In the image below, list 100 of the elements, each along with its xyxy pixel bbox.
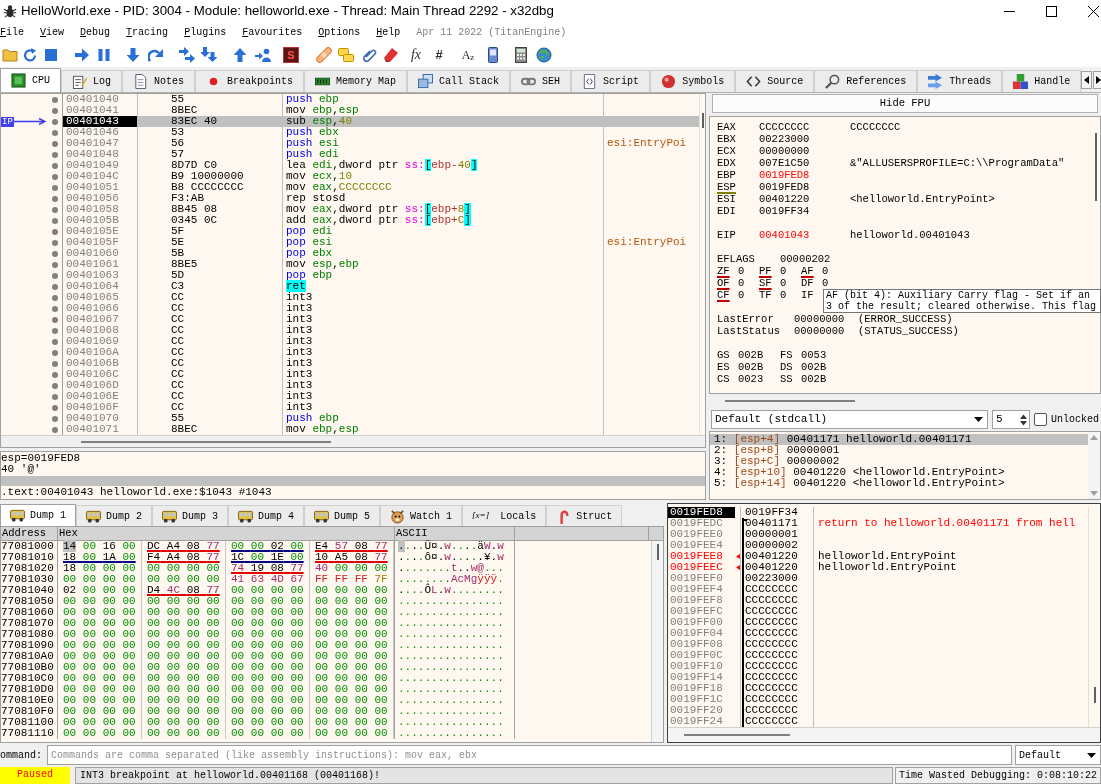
bandage-icon[interactable] bbox=[316, 47, 332, 63]
dot-icon[interactable] bbox=[52, 217, 58, 224]
dot-icon[interactable] bbox=[52, 129, 58, 136]
dot-icon[interactable] bbox=[52, 239, 58, 246]
calculator-icon[interactable] bbox=[513, 47, 529, 63]
up-arrow-icon[interactable] bbox=[232, 47, 248, 63]
command-input[interactable]: Commands are comma separated (like assembly instructions): mov eax, ebx bbox=[47, 745, 1012, 765]
double-right-arrow-icon[interactable] bbox=[179, 47, 195, 63]
tab[interactable]: Dump 2 bbox=[76, 505, 153, 526]
dot-icon[interactable] bbox=[52, 173, 58, 180]
argument-row[interactable]: 2: [esp+8] 00000001 bbox=[710, 445, 1088, 456]
tab[interactable]: References bbox=[814, 70, 918, 92]
dot-icon[interactable] bbox=[52, 195, 58, 202]
checkbox-label[interactable]: Unlocked bbox=[1051, 412, 1099, 427]
double-down-arrow-icon[interactable] bbox=[201, 47, 217, 63]
menu-item[interactable]: Debug bbox=[80, 25, 111, 40]
scroll-left-button[interactable] bbox=[1081, 70, 1093, 89]
menu-item[interactable]: File bbox=[0, 25, 25, 40]
tab[interactable]: Dump 4 bbox=[228, 505, 305, 526]
down-arrow-icon[interactable] bbox=[125, 47, 141, 63]
dot-icon[interactable] bbox=[52, 316, 58, 323]
globe-icon[interactable] bbox=[536, 47, 552, 63]
tab[interactable]: CPU bbox=[0, 68, 61, 92]
close-icon[interactable] bbox=[1088, 5, 1099, 17]
pause-icon[interactable] bbox=[96, 47, 112, 63]
scrollbar[interactable] bbox=[1088, 432, 1100, 499]
dot-icon[interactable] bbox=[52, 261, 58, 268]
tab[interactable]: Dump 3 bbox=[152, 505, 229, 526]
tab[interactable]: Notes bbox=[122, 70, 196, 92]
convention-dropdown[interactable]: Default (stdcall) bbox=[711, 410, 988, 429]
menu-item[interactable]: View bbox=[40, 25, 65, 40]
tab[interactable]: Struct bbox=[546, 505, 623, 526]
dot-icon[interactable] bbox=[52, 349, 58, 356]
dot-icon[interactable] bbox=[52, 107, 58, 114]
tab[interactable]: Source bbox=[735, 70, 815, 92]
argument-row[interactable]: 5: [esp+14] 00401220 <helloworld.EntryPoint> bbox=[710, 478, 1088, 489]
argument-row[interactable]: 1: [esp+4] 00401171 helloworld.00401171 bbox=[710, 434, 1088, 445]
dot-icon[interactable] bbox=[52, 360, 58, 367]
down-triangle-icon[interactable] bbox=[1090, 491, 1098, 496]
dot-icon[interactable] bbox=[52, 250, 58, 257]
minimize-icon[interactable] bbox=[1004, 10, 1015, 12]
mode-dropdown[interactable]: Default bbox=[1015, 745, 1101, 765]
tab[interactable]: Dump 5 bbox=[304, 505, 381, 526]
scrollbar[interactable] bbox=[699, 94, 705, 435]
tab[interactable]: Watch 1 bbox=[380, 505, 463, 526]
folder-icon[interactable] bbox=[2, 47, 18, 63]
toolbar-button[interactable]: fx bbox=[408, 47, 424, 63]
handheld-device-icon[interactable] bbox=[485, 47, 501, 63]
curved-arrow-icon[interactable] bbox=[148, 47, 164, 63]
dot-icon[interactable] bbox=[52, 294, 58, 301]
dot-icon[interactable] bbox=[52, 151, 58, 158]
dot-icon[interactable] bbox=[52, 382, 58, 389]
tab[interactable]: Script bbox=[571, 70, 651, 92]
toolbar-button[interactable]: # bbox=[431, 47, 447, 63]
tab[interactable]: Handle bbox=[1002, 70, 1082, 92]
dot-icon[interactable] bbox=[52, 272, 58, 279]
dot-icon[interactable] bbox=[52, 305, 58, 312]
scrollbar[interactable] bbox=[668, 727, 1100, 742]
paperclip-icon[interactable] bbox=[361, 47, 377, 63]
tag-icon[interactable] bbox=[383, 47, 399, 63]
hide-fpu-button[interactable]: Hide FPU bbox=[712, 94, 1098, 113]
menu-item[interactable]: Plugins bbox=[184, 25, 227, 40]
tab[interactable]: Dump 1 bbox=[0, 504, 76, 526]
dot-icon[interactable] bbox=[52, 206, 58, 213]
dot-icon[interactable] bbox=[52, 371, 58, 378]
speech-bubbles-icon[interactable] bbox=[338, 47, 354, 63]
argument-row[interactable]: 4: [esp+10] 00401220 <helloworld.EntryPoint> bbox=[710, 467, 1088, 478]
dot-icon[interactable] bbox=[52, 338, 58, 345]
count-spinbox[interactable]: 5 bbox=[992, 410, 1030, 429]
menu-item[interactable]: Favourites bbox=[242, 25, 303, 40]
scroll-right-button[interactable] bbox=[1093, 70, 1101, 89]
person-arrow-icon[interactable] bbox=[255, 47, 271, 63]
tab[interactable]: Symbols bbox=[650, 70, 736, 92]
right-arrow-icon[interactable] bbox=[74, 47, 90, 63]
menu-item[interactable]: Tracing bbox=[126, 25, 169, 40]
dot-icon[interactable] bbox=[52, 393, 58, 400]
dot-icon[interactable] bbox=[52, 404, 58, 411]
checkbox[interactable] bbox=[1034, 413, 1047, 426]
dot-icon[interactable] bbox=[52, 228, 58, 235]
dot-icon[interactable] bbox=[52, 96, 58, 103]
toolbar-button[interactable]: S bbox=[283, 47, 299, 63]
stop-square-icon[interactable] bbox=[43, 47, 59, 63]
scrollbar[interactable] bbox=[651, 541, 663, 742]
tab[interactable]: Breakpoints bbox=[195, 70, 305, 92]
dot-icon[interactable] bbox=[52, 327, 58, 334]
dot-icon[interactable] bbox=[52, 140, 58, 147]
tab[interactable]: Memory Map bbox=[304, 70, 408, 92]
tab[interactable]: [x=] Locals bbox=[462, 505, 547, 526]
restart-icon[interactable] bbox=[22, 47, 38, 63]
tab[interactable]: Log bbox=[61, 70, 123, 92]
dot-icon[interactable] bbox=[52, 415, 58, 422]
argument-row[interactable]: 3: [esp+C] 00000002 bbox=[710, 456, 1088, 467]
menu-item[interactable]: Help bbox=[376, 25, 401, 40]
dot-icon[interactable] bbox=[52, 118, 58, 125]
tab[interactable]: Call Stack bbox=[407, 70, 511, 92]
dot-icon[interactable] bbox=[52, 162, 58, 169]
toolbar-button[interactable]: A$_{z}$ bbox=[460, 47, 476, 63]
up-triangle-icon[interactable] bbox=[1090, 435, 1098, 440]
tab[interactable]: SEH bbox=[510, 70, 572, 92]
dot-icon[interactable] bbox=[52, 184, 58, 191]
